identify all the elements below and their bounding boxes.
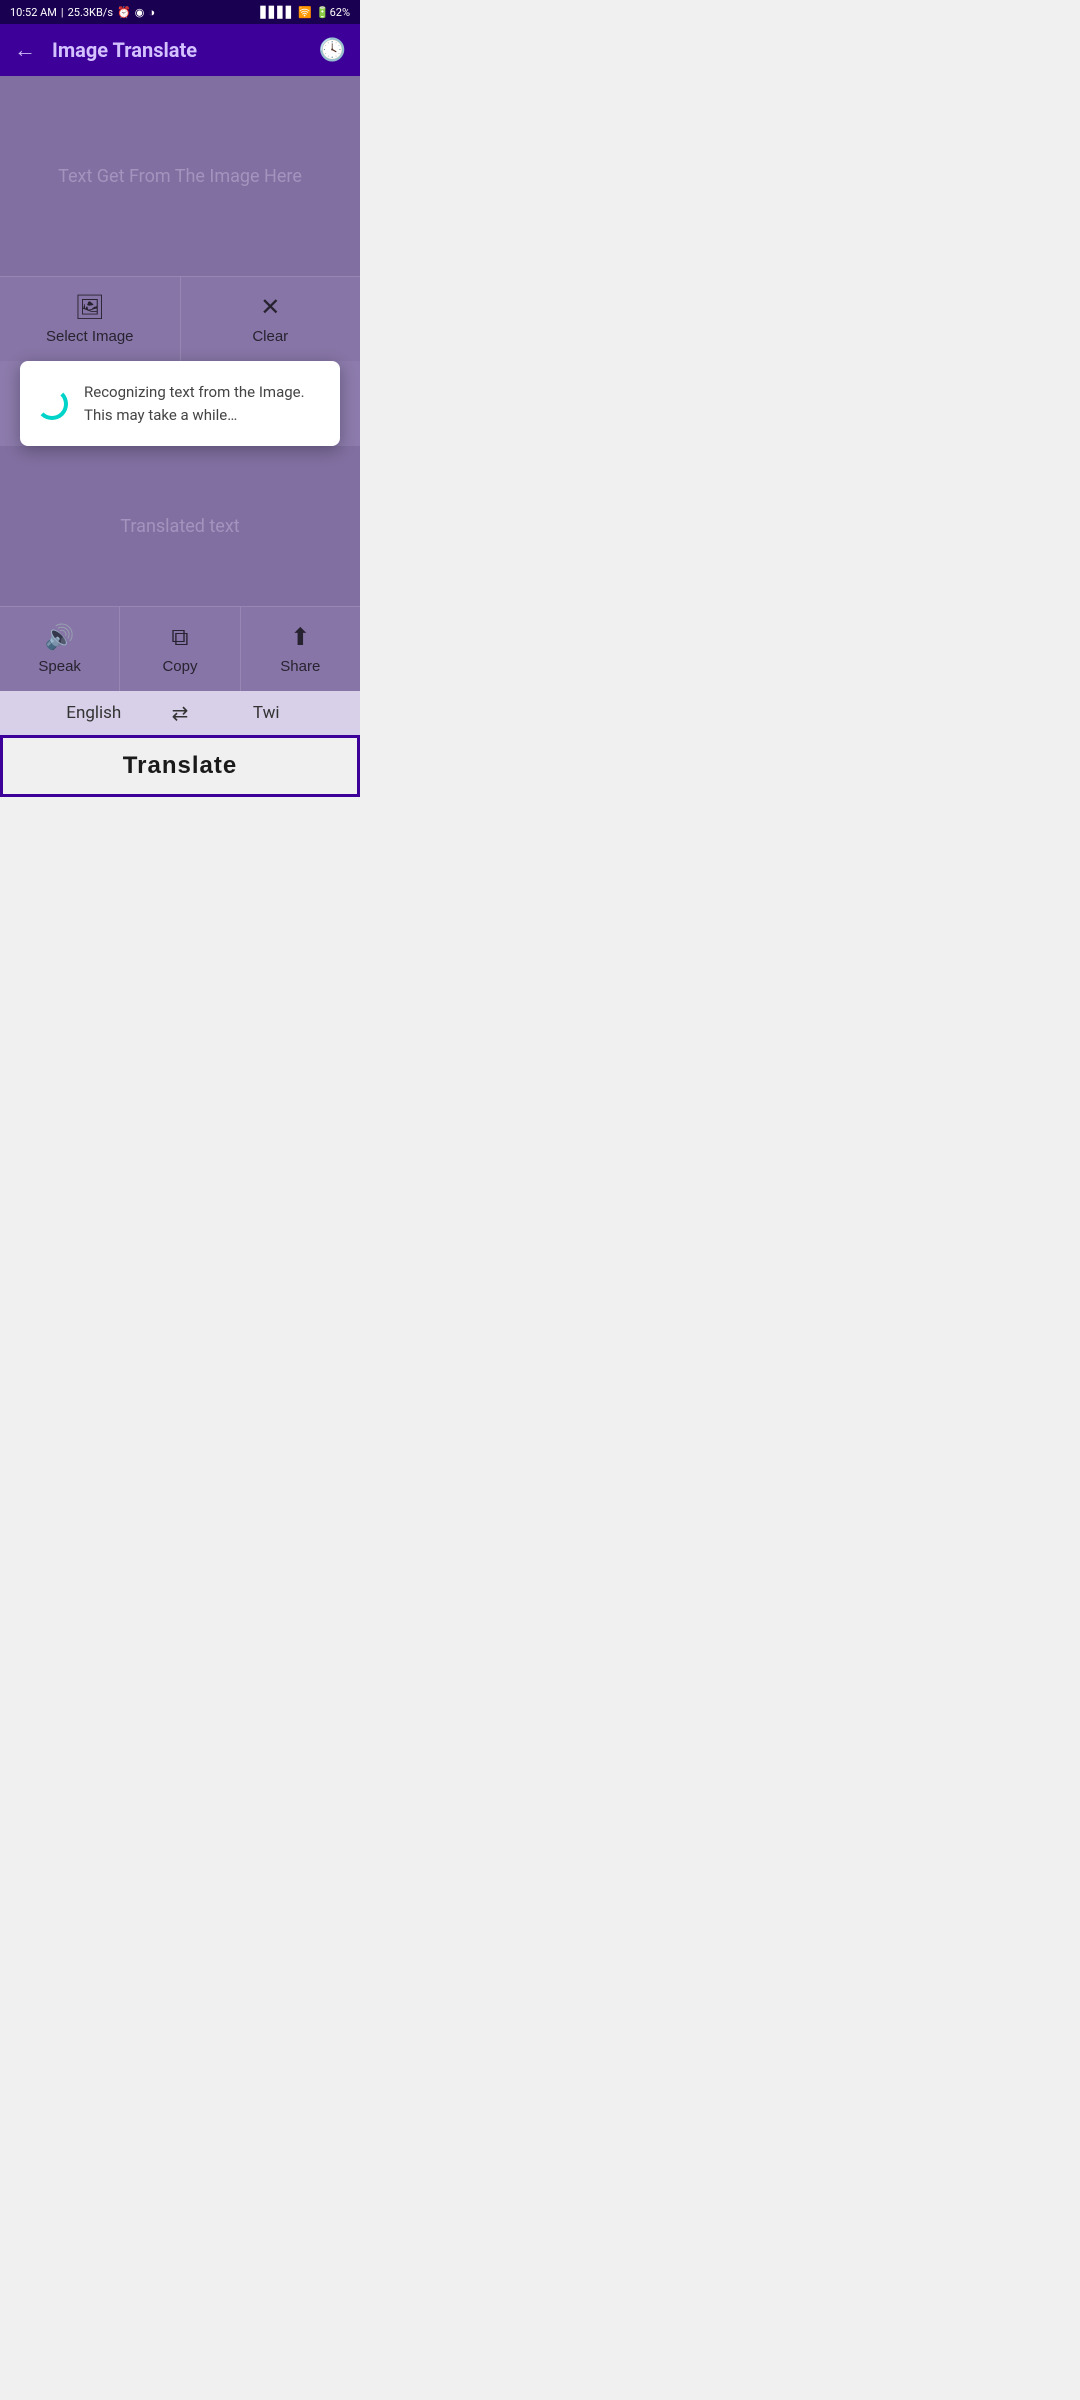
status-left: 10:52 AM | 25.3KB/s ⏰ ◉ ◑ [10,6,155,19]
loading-dialog: Recognizing text from the Image. This ma… [20,361,340,446]
loading-spinner [36,388,68,420]
signal-icon: ▋▋▋▋ [260,6,294,19]
main-content: Text Get From The Image Here 🖼 Select Im… [0,76,360,691]
icon2: ◉ [135,6,145,19]
loading-text: Recognizing text from the Image. This ma… [84,381,305,426]
translate-button[interactable]: Translate [0,735,360,797]
back-button[interactable]: ← [14,37,36,63]
separator: | [61,6,64,19]
source-language[interactable]: English [16,703,172,723]
icon3: ◑ [148,6,155,19]
network-speed: 25.3KB/s [68,6,113,19]
history-button[interactable]: 🕓 [319,38,346,63]
wifi-icon: 🛜 [298,6,312,19]
time: 10:52 AM [10,6,57,19]
language-bar: English ⇄ Twi [0,691,360,735]
status-right: ▋▋▋▋ 🛜 🔋62% [260,6,350,19]
battery-icon: 🔋62% [316,6,350,19]
app-bar: ← Image Translate 🕓 [0,24,360,76]
swap-languages-button[interactable]: ⇄ [172,701,189,725]
target-language[interactable]: Twi [188,703,344,723]
status-bar: 10:52 AM | 25.3KB/s ⏰ ◉ ◑ ▋▋▋▋ 🛜 🔋62% [0,0,360,24]
alarm-icon: ⏰ [117,6,131,19]
page-title: Image Translate [52,38,319,62]
